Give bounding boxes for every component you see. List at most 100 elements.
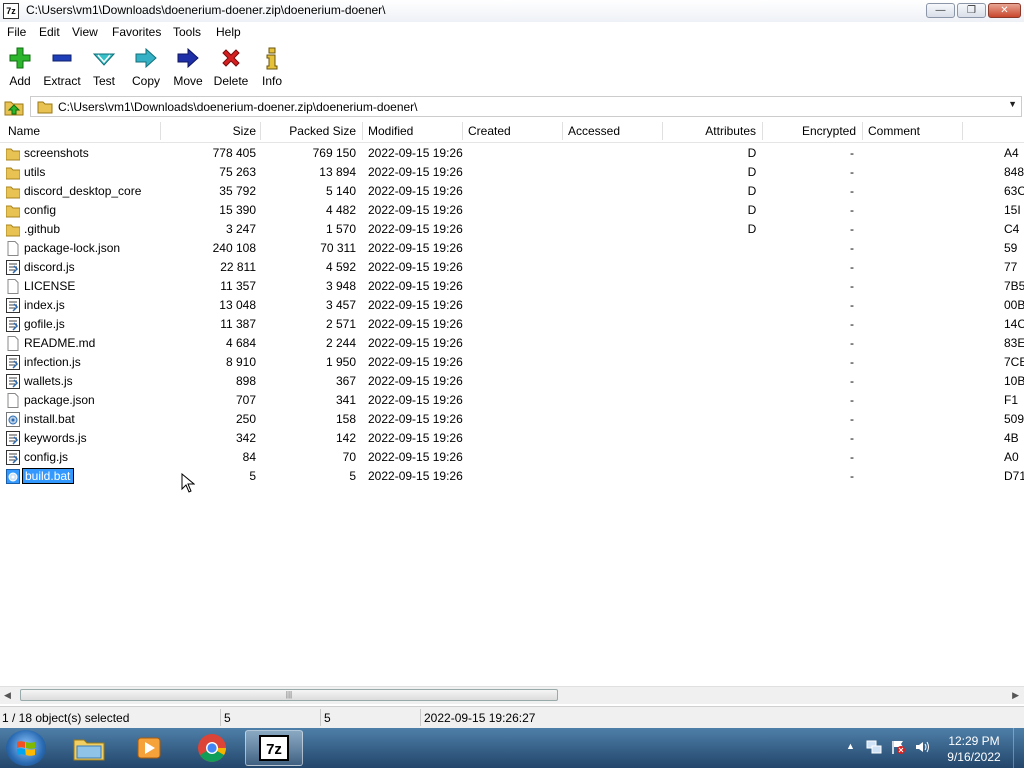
horizontal-scrollbar[interactable]: ◀ ||| ▶ (0, 686, 1024, 704)
column-name[interactable]: Name (8, 120, 40, 142)
table-row[interactable]: discord_desktop_core 35 792 5 140 2022-0… (0, 182, 1024, 201)
file-packed-size: 2 244 (325, 336, 356, 350)
table-row[interactable]: install.bat 250 158 2022-09-15 19:26 - 5… (0, 410, 1024, 429)
file-name: discord_desktop_core (24, 184, 142, 198)
table-row[interactable]: infection.js 8 910 1 950 2022-09-15 19:2… (0, 353, 1024, 372)
column-encrypted[interactable]: Encrypted (762, 120, 856, 142)
script-file-icon (6, 355, 20, 370)
file-packed-size: 158 (335, 412, 356, 426)
move-button[interactable]: Move (166, 46, 210, 90)
folder-icon (6, 205, 20, 218)
taskbar-7zip[interactable]: 7z (245, 730, 303, 766)
extract-label: Extract (43, 74, 81, 88)
table-row[interactable]: wallets.js 898 367 2022-09-15 19:26 - 10… (0, 372, 1024, 391)
file-packed-size: 1 950 (325, 355, 356, 369)
table-row[interactable]: gofile.js 11 387 2 571 2022-09-15 19:26 … (0, 315, 1024, 334)
file-encrypted: - (850, 317, 854, 331)
action-center-flag-icon[interactable] (890, 739, 906, 755)
menu-file[interactable]: File (7, 25, 26, 39)
media-player-icon (137, 737, 161, 759)
file-modified: 2022-09-15 19:26 (368, 431, 463, 445)
copy-button[interactable]: Copy (124, 46, 168, 90)
test-button[interactable]: Test (82, 46, 126, 90)
menu-view[interactable]: View (72, 25, 98, 39)
menu-favorites[interactable]: Favorites (112, 25, 161, 39)
table-row-selected[interactable]: build.bat 5 5 2022-09-15 19:26 - D71 (0, 467, 1024, 486)
file-name: screenshots (24, 146, 89, 160)
script-file-icon (6, 317, 20, 332)
column-created[interactable]: Created (468, 120, 511, 142)
file-size: 707 (235, 393, 256, 407)
svg-text:7z: 7z (266, 741, 282, 758)
maximize-button[interactable]: ❐ (957, 3, 986, 18)
start-button[interactable] (6, 730, 46, 766)
scroll-right-icon[interactable]: ▶ (1012, 690, 1019, 701)
file-modified: 2022-09-15 19:26 (368, 260, 463, 274)
column-packed-size[interactable]: Packed Size (260, 120, 356, 142)
table-row[interactable]: .github 3 247 1 570 2022-09-15 19:26 D -… (0, 220, 1024, 239)
script-file-icon (6, 431, 20, 446)
add-button[interactable]: Add (0, 46, 42, 90)
taskbar-media-player[interactable] (120, 730, 178, 766)
network-icon[interactable] (866, 739, 882, 755)
file-name[interactable]: build.bat (21, 468, 75, 484)
column-size[interactable]: Size (160, 120, 256, 142)
table-row[interactable]: config 15 390 4 482 2022-09-15 19:26 D -… (0, 201, 1024, 220)
minimize-button[interactable]: — (926, 3, 955, 18)
plus-icon (9, 47, 31, 69)
menu-tools[interactable]: Tools (173, 25, 201, 39)
file-size: 11 387 (220, 317, 256, 331)
column-attributes[interactable]: Attributes (662, 120, 756, 142)
extract-button[interactable]: Extract (40, 46, 84, 90)
file-crc: 77 (1004, 260, 1018, 274)
folder-icon (6, 148, 20, 161)
file-size: 3 247 (225, 222, 256, 236)
scrollbar-thumb[interactable]: ||| (20, 689, 558, 701)
test-label: Test (92, 74, 115, 88)
toolbar: Add Extract Test Copy Move Delete Info (0, 43, 1024, 93)
menu-help[interactable]: Help (216, 25, 241, 39)
table-row[interactable]: utils 75 263 13 894 2022-09-15 19:26 D -… (0, 163, 1024, 182)
address-dropdown-icon[interactable]: ▼ (1008, 99, 1017, 109)
table-row[interactable]: index.js 13 048 3 457 2022-09-15 19:26 -… (0, 296, 1024, 315)
file-encrypted: - (850, 184, 854, 198)
taskbar-chrome[interactable] (183, 730, 241, 766)
table-row[interactable]: LICENSE 11 357 3 948 2022-09-15 19:26 - … (0, 277, 1024, 296)
file-encrypted: - (850, 374, 854, 388)
table-row[interactable]: discord.js 22 811 4 592 2022-09-15 19:26… (0, 258, 1024, 277)
file-size: 35 792 (219, 184, 256, 198)
column-comment[interactable]: Comment (868, 120, 920, 142)
file-crc: 00B (1004, 298, 1024, 312)
scroll-left-icon[interactable]: ◀ (4, 690, 11, 701)
file-name: package-lock.json (24, 241, 121, 255)
table-row[interactable]: package-lock.json 240 108 70 311 2022-09… (0, 239, 1024, 258)
table-row[interactable]: screenshots 778 405 769 150 2022-09-15 1… (0, 144, 1024, 163)
menu-edit[interactable]: Edit (39, 25, 60, 39)
taskbar-explorer[interactable] (60, 730, 118, 766)
file-modified: 2022-09-15 19:26 (368, 317, 463, 331)
address-field[interactable]: C:\Users\vm1\Downloads\doenerium-doener.… (30, 96, 1022, 117)
show-desktop-button[interactable] (1013, 728, 1024, 768)
table-row[interactable]: README.md 4 684 2 244 2022-09-15 19:26 -… (0, 334, 1024, 353)
up-folder-icon[interactable] (3, 97, 25, 117)
close-button[interactable]: ✕ (988, 3, 1021, 18)
column-modified[interactable]: Modified (368, 120, 413, 142)
file-name: config.js (24, 450, 69, 464)
table-row[interactable]: keywords.js 342 142 2022-09-15 19:26 - 4… (0, 429, 1024, 448)
status-selection: 1 / 18 object(s) selected (2, 711, 130, 725)
delete-button[interactable]: Delete (209, 46, 253, 90)
clock[interactable]: 12:29 PM 9/16/2022 (934, 733, 1014, 765)
file-name-rename-field[interactable]: build.bat (21, 468, 75, 484)
info-button[interactable]: Info (250, 46, 294, 90)
file-crc: 15I (1004, 203, 1021, 217)
column-accessed[interactable]: Accessed (568, 120, 620, 142)
file-name: utils (24, 165, 46, 179)
table-row[interactable]: package.json 707 341 2022-09-15 19:26 - … (0, 391, 1024, 410)
volume-icon[interactable] (914, 739, 930, 755)
file-modified: 2022-09-15 19:26 (368, 165, 463, 179)
table-row[interactable]: config.js 84 70 2022-09-15 19:26 - A0 (0, 448, 1024, 467)
move-arrow-icon (177, 47, 199, 69)
tray-expand-icon[interactable]: ▲ (846, 741, 855, 751)
7zip-app-icon[interactable]: 7z (3, 3, 19, 19)
file-crc: 509 (1004, 412, 1024, 426)
